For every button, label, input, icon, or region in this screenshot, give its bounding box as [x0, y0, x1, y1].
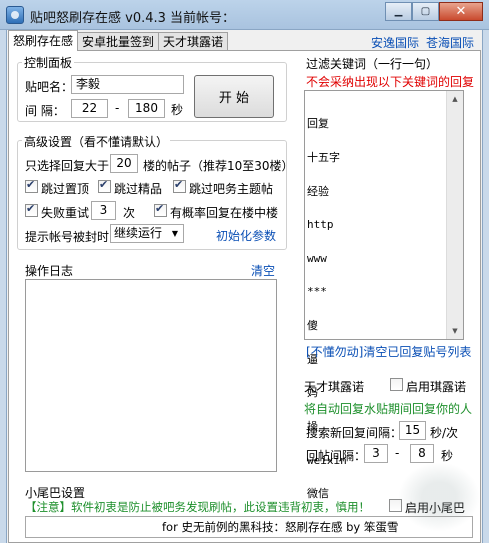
skip-admin-checkbox[interactable]	[173, 178, 186, 193]
keyword-item: 经验	[307, 184, 329, 198]
reply-interval-max-input[interactable]: 8	[410, 444, 434, 463]
skip-elite-checkbox[interactable]	[98, 178, 111, 193]
app-icon	[6, 6, 24, 24]
reply-interval-label: 回帖间隔：	[306, 449, 367, 463]
tab-cirno[interactable]: 天才琪露诺	[158, 32, 229, 51]
filter-hint: 不会采纳出现以下关键词的回复	[306, 75, 475, 89]
advanced-title: 高级设置（看不懂请默认）	[22, 133, 171, 150]
reply-interval-dash: -	[395, 446, 400, 460]
cirno-enable-checkbox[interactable]	[390, 378, 403, 391]
retry-count-input[interactable]: 3	[91, 201, 116, 220]
tail-content-input[interactable]: for 史无前例的黑科技：怒刷存在感 by 笨蛋雪	[25, 516, 473, 538]
reply-count-input[interactable]: 20	[110, 154, 138, 173]
clear-replied-link[interactable]: [不懂勿动]清空已回复贴号列表	[306, 343, 471, 360]
bar-name-label: 贴吧名：	[25, 80, 74, 94]
search-interval-label: 搜索新回复间隔：	[306, 426, 403, 440]
retry-checkbox[interactable]	[25, 202, 38, 217]
cirno-title: 天才琪露诺	[304, 380, 365, 394]
scroll-down-icon[interactable]: ▼	[447, 323, 463, 339]
middle-reply-label: 有概率回复在楼中楼	[170, 206, 279, 220]
window-controls: ▁ ▢ ✕	[385, 2, 483, 21]
link-canghai[interactable]: 苍海国际	[426, 34, 474, 51]
keyword-item: www	[307, 251, 327, 265]
retry-label: 失败重试	[41, 206, 90, 220]
start-button[interactable]: 开 始	[194, 75, 274, 118]
tab-android-signin[interactable]: 安卓批量签到	[77, 32, 160, 51]
interval-max-input[interactable]: 180	[128, 99, 165, 118]
search-interval-input[interactable]: 15	[399, 421, 426, 440]
search-interval-unit: 秒/次	[430, 426, 459, 440]
close-icon[interactable]: ✕	[439, 2, 483, 21]
interval-label: 间 隔：	[25, 104, 65, 118]
banned-label: 提示帐号被封时	[25, 230, 110, 244]
filter-title: 过滤关键词（一行一句）	[306, 57, 439, 71]
watermark-logo	[398, 462, 480, 532]
reply-prefix-label: 只选择回复大于	[25, 159, 110, 173]
keyword-item: 傻	[307, 319, 318, 333]
middle-reply-checkbox[interactable]	[154, 202, 167, 217]
keyword-item: 回复	[307, 117, 329, 131]
interval-unit: 秒	[171, 103, 184, 117]
minimize-icon[interactable]: ▁	[385, 2, 412, 21]
cirno-hint: 将自动回复水贴期间回复你的人	[304, 402, 473, 416]
banned-action-value: 继续运行	[114, 226, 163, 240]
scroll-up-icon[interactable]: ▲	[447, 91, 463, 107]
skip-admin-label: 跳过吧务主题帖	[189, 182, 274, 196]
skip-top-label: 跳过置顶	[41, 182, 90, 196]
init-params-link[interactable]: 初始化参数	[216, 227, 276, 244]
tab-shua[interactable]: 怒刷存在感	[8, 30, 79, 51]
log-title: 操作日志	[25, 264, 74, 278]
skip-top-checkbox[interactable]	[25, 178, 38, 193]
reply-suffix-label: 楼的帖子（推荐10至30楼）	[143, 159, 294, 173]
keyword-item: 微信	[307, 487, 329, 501]
skip-elite-label: 跳过精品	[114, 182, 163, 196]
log-textarea[interactable]	[25, 279, 277, 472]
cirno-enable-label: 启用琪露诺	[406, 380, 467, 394]
reply-interval-min-input[interactable]: 3	[364, 444, 388, 463]
keyword-item: 十五字	[307, 151, 340, 165]
tab-bar: 怒刷存在感 安卓批量签到 天才琪露诺	[8, 30, 229, 51]
keyword-item: ***	[307, 285, 327, 299]
bar-name-input[interactable]: 李毅	[71, 75, 184, 94]
chevron-down-icon: ▼	[171, 229, 179, 238]
interval-dash: -	[115, 101, 120, 115]
filter-scrollbar[interactable]: ▲ ▼	[446, 91, 463, 339]
keyword-item: http	[307, 218, 334, 232]
maximize-icon[interactable]: ▢	[412, 2, 439, 21]
filter-keywords-textarea[interactable]: 回复 十五字 经验 http www *** 傻 逼 妈 操 weixin 微信…	[304, 90, 464, 499]
interval-min-input[interactable]: 22	[71, 99, 108, 118]
control-panel-title: 控制面板	[22, 54, 75, 71]
link-anyi[interactable]: 安逸国际	[371, 34, 419, 51]
tail-notice: 【注意】软件初衷是防止被吧务发现刷帖，此设置违背初衷，慎用！	[25, 500, 370, 514]
banned-action-select[interactable]: 继续运行 ▼	[110, 224, 184, 243]
window-title: 贴吧怒刷存在感 v0.4.3 当前帐号：	[30, 11, 236, 26]
log-clear-link[interactable]: 清空	[251, 262, 275, 279]
retry-unit: 次	[123, 206, 136, 220]
